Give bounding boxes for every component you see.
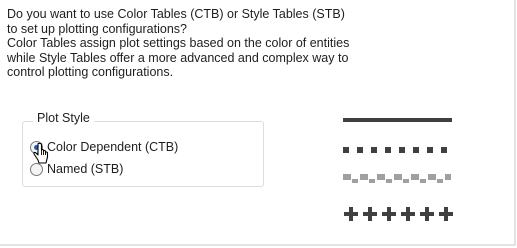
description-text: Do you want to use Color Tables (CTB) or… <box>7 7 407 80</box>
color-dependent-radio[interactable] <box>30 140 43 154</box>
dotted-pattern-line-icon <box>343 174 451 183</box>
plot-style-page: Do you want to use Color Tables (CTB) or… <box>0 0 517 248</box>
description-line: while Style Tables offer a more advanced… <box>7 50 349 65</box>
named-label[interactable]: Named (STB) <box>47 162 123 176</box>
color-dependent-label[interactable]: Color Dependent (CTB) <box>47 140 178 154</box>
named-option[interactable]: Named (STB) <box>30 162 123 176</box>
solid-line-icon <box>343 118 452 122</box>
description-line: Color Tables assign plot settings based … <box>7 36 350 51</box>
plot-style-preview <box>343 118 453 221</box>
description-line: control plotting configurations. <box>7 65 174 80</box>
named-radio[interactable] <box>30 162 43 176</box>
color-dependent-option[interactable]: Color Dependent (CTB) <box>30 140 178 154</box>
plot-style-title: Plot Style <box>33 110 94 126</box>
description-line: to set up plotting configurations? <box>7 21 187 36</box>
plus-pattern-line-icon <box>344 207 453 221</box>
description-line: Do you want to use Color Tables (CTB) or… <box>7 7 345 21</box>
plot-style-groupbox <box>22 121 264 187</box>
dashed-line-icon <box>343 147 447 153</box>
